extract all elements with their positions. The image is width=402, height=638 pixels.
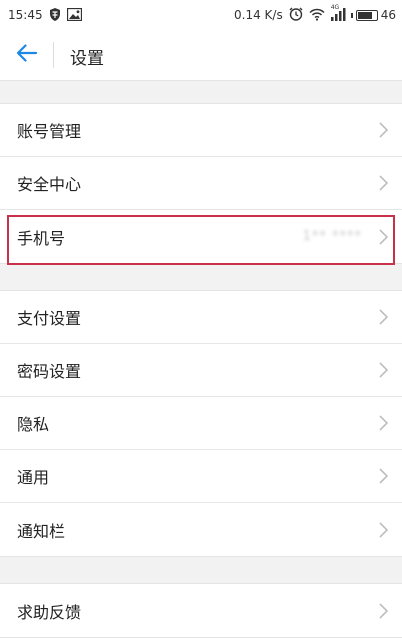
wifi-icon: [309, 8, 325, 23]
chevron-right-icon: [379, 602, 389, 619]
settings-item-general[interactable]: 通用: [0, 450, 402, 503]
back-button[interactable]: [10, 38, 44, 72]
settings-item-label: 安全中心: [17, 175, 82, 194]
phone-number-value: 1** ****: [302, 229, 362, 244]
status-bar-left: 15:45: [8, 0, 82, 30]
chevron-right-icon: [379, 468, 389, 484]
settings-item-label: 求助反馈: [17, 602, 82, 622]
settings-item-label: 支付设置: [17, 309, 82, 328]
cellular-signal-icon: 4G: [330, 4, 348, 23]
settings-item-password-settings[interactable]: 密码设置: [0, 344, 402, 397]
arrow-left-icon: [16, 44, 38, 66]
chevron-right-icon: [379, 228, 389, 245]
settings-item-label: 密码设置: [17, 362, 82, 381]
settings-item-privacy[interactable]: 隐私: [0, 397, 402, 450]
page-title: 设置: [70, 49, 104, 69]
network-speed: 0.14 K/s: [234, 8, 283, 22]
settings-item-label: 账号管理: [17, 122, 82, 141]
image-notification-icon: [66, 7, 82, 23]
settings-item-label: 通用: [17, 468, 50, 487]
settings-item-label: 手机号: [17, 228, 66, 248]
settings-item-account-management[interactable]: 账号管理: [0, 104, 402, 157]
status-time: 15:45: [8, 8, 43, 22]
chevron-right-icon: [379, 175, 389, 191]
settings-item-payment-settings[interactable]: 支付设置: [0, 291, 402, 344]
chevron-right-icon: [379, 309, 389, 325]
network-type: 4G: [330, 3, 340, 11]
settings-item-label: 通知栏: [17, 521, 66, 541]
battery-level: 46: [380, 8, 396, 22]
settings-group-general: 支付设置 密码设置 隐私 通用 通知栏: [0, 290, 402, 557]
status-bar: 15:45 0.14 K/s 4G 46: [0, 0, 402, 30]
settings-item-security-center[interactable]: 安全中心: [0, 157, 402, 210]
status-bar-right: 0.14 K/s 4G 46: [234, 0, 396, 30]
chevron-right-icon: [379, 362, 389, 378]
chevron-right-icon: [379, 122, 389, 138]
settings-group-help: 求助反馈: [0, 583, 402, 638]
settings-item-help-feedback[interactable]: 求助反馈: [0, 584, 402, 637]
alarm-clock-icon: [289, 7, 303, 23]
settings-item-label: 隐私: [17, 415, 50, 434]
chevron-right-icon: [379, 415, 389, 431]
settings-group-account: 账号管理 安全中心 手机号 1** ****: [0, 103, 402, 264]
battery-icon: 46: [350, 8, 396, 22]
title-divider: [53, 42, 54, 68]
chevron-right-icon: [379, 521, 389, 538]
shield-icon: [49, 7, 61, 23]
settings-item-phone-number[interactable]: 手机号 1** ****: [0, 210, 402, 263]
title-bar: 设置: [0, 30, 402, 81]
settings-item-notification-bar[interactable]: 通知栏: [0, 503, 402, 556]
